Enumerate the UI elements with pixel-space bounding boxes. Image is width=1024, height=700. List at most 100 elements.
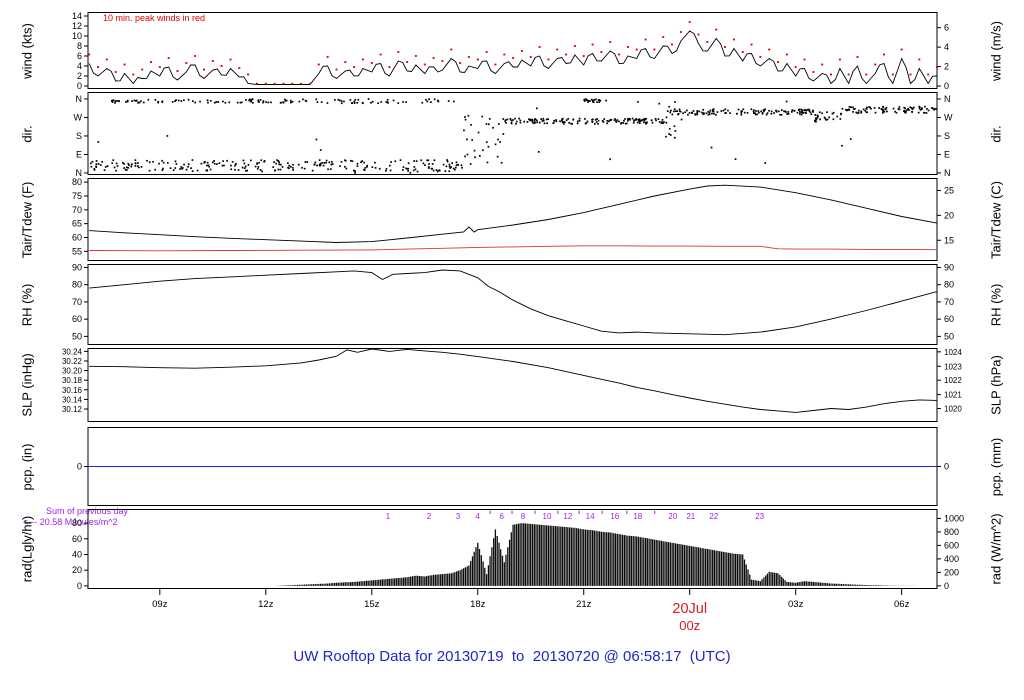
dir-point (753, 109, 755, 111)
dir-point (815, 118, 818, 121)
dir-point (431, 167, 434, 170)
axis-title-rh-right: RH (%) (988, 283, 1004, 326)
wind-peak-dot (353, 66, 356, 68)
dir-point (218, 162, 221, 164)
dir-point (904, 111, 907, 114)
dir-point (924, 105, 926, 108)
wind-peak-dot (856, 56, 859, 58)
dir-point (506, 118, 509, 121)
dir-point (131, 100, 133, 102)
wind-peak-dot (874, 63, 877, 66)
dir-point (666, 110, 669, 112)
wind-peak-dot (644, 38, 647, 41)
dir-point (242, 159, 245, 162)
dir-point (250, 159, 252, 162)
dir-point (839, 118, 842, 120)
ytick-right-label: 0 (944, 462, 949, 472)
dir-point (727, 109, 729, 112)
dir-point (708, 111, 711, 114)
dir-point (380, 101, 383, 103)
dir-point (91, 160, 94, 163)
wind-peak-dot (865, 73, 868, 76)
dir-point (913, 106, 915, 109)
dir-point (632, 121, 635, 124)
dir-point (226, 159, 228, 162)
ytick-right-label: 25 (944, 185, 954, 195)
dir-point (205, 169, 208, 172)
dir-point (593, 99, 595, 101)
dir-point (862, 108, 865, 111)
ytick-left-label: 8 (77, 41, 82, 51)
dir-point (866, 111, 868, 113)
wind-peak-dot (247, 73, 250, 76)
dir-point (800, 111, 803, 114)
dir-point (770, 112, 773, 115)
meteogram-page: 10 min. peak winds in red Sum of previou… (0, 0, 1024, 700)
wind-peak-dot (750, 43, 753, 46)
dir-point (231, 161, 234, 163)
wind-peak-dot (203, 68, 205, 71)
ytick-left-label: 4 (77, 61, 82, 71)
dir-point (633, 120, 635, 122)
dir-point (161, 101, 163, 103)
dir-point (213, 162, 216, 165)
wind-peak-dot (406, 61, 409, 63)
dir-point (290, 101, 292, 104)
dir-point (344, 159, 347, 162)
ytick-right-label: 70 (944, 297, 954, 307)
mj-marker-label: 3 (456, 512, 461, 521)
ytick-right-label: 50 (944, 331, 954, 341)
dir-point (152, 161, 154, 163)
dir-point (444, 170, 447, 172)
axis-title-temp-left: Tair/Tdew (F) (19, 181, 35, 258)
mj-marker-label: 16 (610, 512, 619, 521)
wind-peak-dot (936, 66, 938, 68)
dir-point (412, 169, 415, 172)
wind-peak-dot (97, 66, 99, 68)
dir-point (260, 159, 263, 162)
dir-point (327, 168, 329, 171)
wind-peak-dot (600, 51, 603, 53)
dir-point (280, 163, 282, 166)
dir-point (848, 109, 851, 111)
wind-peak-dot (467, 56, 470, 58)
dir-point (235, 163, 237, 166)
dir-point (615, 121, 618, 123)
dir-point (692, 110, 695, 112)
wind-peak-dot (459, 62, 462, 64)
dir-point (316, 164, 318, 167)
dir-point (860, 110, 863, 113)
dir-point (301, 166, 303, 169)
ytick-right-label: W (944, 112, 953, 122)
dir-point (166, 162, 169, 164)
dir-point (825, 119, 827, 121)
dir-point (531, 118, 534, 121)
dir-point (362, 102, 364, 105)
wind-peak-dot (556, 48, 559, 51)
dir-point (869, 106, 871, 109)
dir-point (864, 109, 867, 112)
dir-point (217, 101, 220, 103)
dir-point (356, 101, 359, 104)
ytick-left-label: 30.14 (62, 395, 83, 404)
panel-temp-frame (87, 178, 938, 261)
dir-point (191, 159, 194, 161)
dir-point (208, 165, 211, 168)
dir-point (457, 164, 459, 166)
xtick-label: 18z (470, 599, 486, 610)
dir-point (658, 121, 661, 123)
dir-point (682, 112, 684, 115)
dir-point (248, 99, 250, 102)
wind-peak-dot (927, 73, 930, 76)
ytick-right-label: 80 (944, 280, 954, 290)
dir-point (702, 108, 705, 111)
dir-point (389, 169, 392, 172)
dir-point (180, 166, 183, 168)
ytick-left-label: 80 (72, 518, 82, 528)
dir-point (680, 118, 683, 121)
dir-point (421, 101, 424, 104)
wind-peak-dot (397, 51, 400, 53)
dir-point (154, 168, 156, 171)
wind-peak-dot (785, 53, 788, 56)
dir-point (230, 164, 232, 167)
